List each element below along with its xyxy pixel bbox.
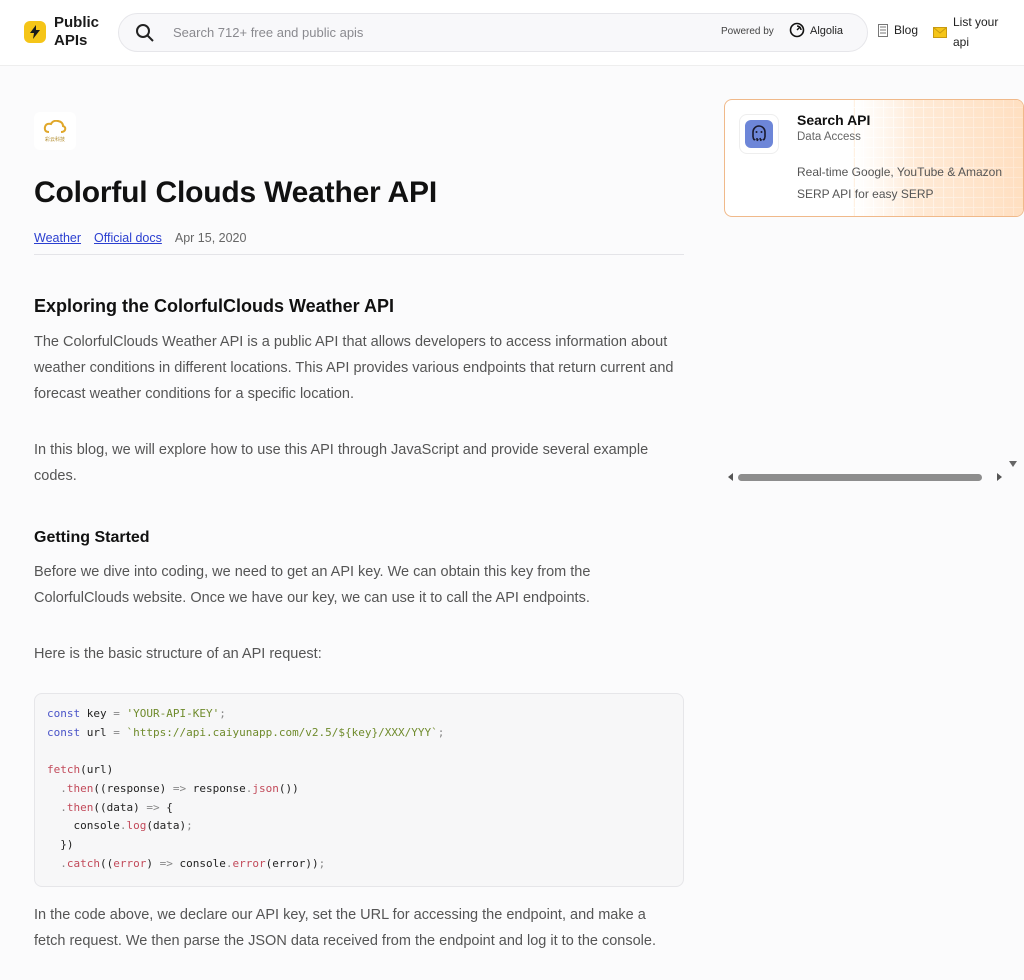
paragraph-getting-started: Before we dive into coding, we need to g… bbox=[34, 564, 591, 606]
page-title: Colorful Clouds Weather API bbox=[34, 176, 437, 209]
paragraph-explanation: In the code above, we declare our API ke… bbox=[34, 907, 656, 949]
official-docs-link[interactable]: Official docs bbox=[94, 231, 162, 245]
algolia-link[interactable]: Algolia bbox=[789, 22, 843, 39]
code-token: response bbox=[106, 781, 160, 795]
envelope-icon bbox=[933, 27, 947, 38]
code-token: 'YOUR-API-KEY' bbox=[126, 707, 220, 720]
blog-link[interactable]: Blog bbox=[878, 23, 918, 37]
sponsor-card[interactable]: Search API Data Access Real-time Google,… bbox=[724, 99, 1024, 217]
code-token: `https://api.caiyunapp.com/v2.5/${key}/X… bbox=[126, 725, 438, 739]
blog-icon bbox=[878, 23, 888, 37]
card-title: Search API bbox=[797, 112, 871, 128]
publish-date: Apr 15, 2020 bbox=[174, 231, 247, 245]
blog-label: Blog bbox=[894, 23, 919, 37]
algolia-icon bbox=[789, 22, 805, 38]
code-token: then bbox=[66, 781, 94, 795]
code-token: error bbox=[232, 856, 266, 870]
code-token: fetch bbox=[47, 763, 81, 777]
code-token: console bbox=[73, 819, 120, 833]
category-link[interactable]: Weather bbox=[34, 231, 81, 245]
code-token: then bbox=[66, 800, 94, 814]
section-heading: Exploring the ColorfulClouds Weather API bbox=[34, 296, 395, 316]
article-content: 彩云科技 Colorful Clouds Weather API Weather… bbox=[34, 112, 684, 954]
search-icon bbox=[135, 23, 155, 48]
code-token: json bbox=[252, 781, 279, 795]
code-token: error bbox=[272, 856, 306, 870]
code-token: catch bbox=[66, 856, 100, 870]
card-description: Real-time Google, YouTube & Amazon SERP … bbox=[797, 165, 1003, 201]
code-token: const bbox=[47, 725, 81, 739]
paragraph-intro: The ColorfulClouds Weather API is a publ… bbox=[34, 334, 674, 402]
api-logo: 彩云科技 bbox=[34, 112, 76, 150]
code-token: url bbox=[86, 763, 107, 777]
search-placeholder: Search 712+ free and public apis bbox=[173, 25, 364, 40]
powered-by-label: Powered by bbox=[721, 26, 774, 37]
site-name: Public APIs bbox=[54, 14, 100, 49]
article-meta: Weather Official docs Apr 15, 2020 bbox=[34, 231, 684, 255]
subsection-heading: Getting Started bbox=[34, 529, 150, 546]
cloud-icon bbox=[43, 119, 67, 133]
list-your-api-link[interactable]: List your api bbox=[933, 12, 1003, 52]
code-token: const bbox=[47, 707, 81, 720]
card-category: Data Access bbox=[797, 131, 861, 143]
code-token: data bbox=[106, 800, 134, 814]
scroll-down-arrow-icon[interactable] bbox=[1009, 461, 1017, 467]
list-your-api-label: List your api bbox=[953, 15, 999, 49]
code-token: response bbox=[192, 781, 246, 795]
code-token: error bbox=[113, 856, 147, 870]
algolia-label: Algolia bbox=[810, 24, 844, 37]
paragraph-structure: Here is the basic structure of an API re… bbox=[34, 646, 322, 662]
code-token: data bbox=[152, 819, 180, 833]
octopus-icon bbox=[739, 114, 779, 154]
code-token: log bbox=[126, 819, 147, 833]
scroll-left-arrow-icon[interactable] bbox=[728, 473, 733, 481]
paragraph-blog: In this blog, we will explore how to use… bbox=[34, 442, 649, 484]
site-logo[interactable]: Public APIs bbox=[24, 14, 114, 50]
code-block: const key = 'YOUR-API-KEY'; const url = … bbox=[34, 693, 684, 887]
horizontal-scrollbar[interactable] bbox=[726, 470, 1004, 484]
code-token: console bbox=[179, 856, 226, 870]
code-token: url bbox=[86, 725, 107, 739]
top-navbar: Public APIs Search 712+ free and public … bbox=[0, 0, 1024, 66]
lightning-icon bbox=[24, 21, 46, 43]
search-input[interactable]: Search 712+ free and public apis Powered… bbox=[118, 13, 868, 52]
api-logo-caption: 彩云科技 bbox=[44, 136, 65, 143]
scroll-right-arrow-icon[interactable] bbox=[997, 473, 1002, 481]
scrollbar-thumb[interactable] bbox=[738, 474, 982, 481]
code-token: key bbox=[86, 707, 107, 720]
